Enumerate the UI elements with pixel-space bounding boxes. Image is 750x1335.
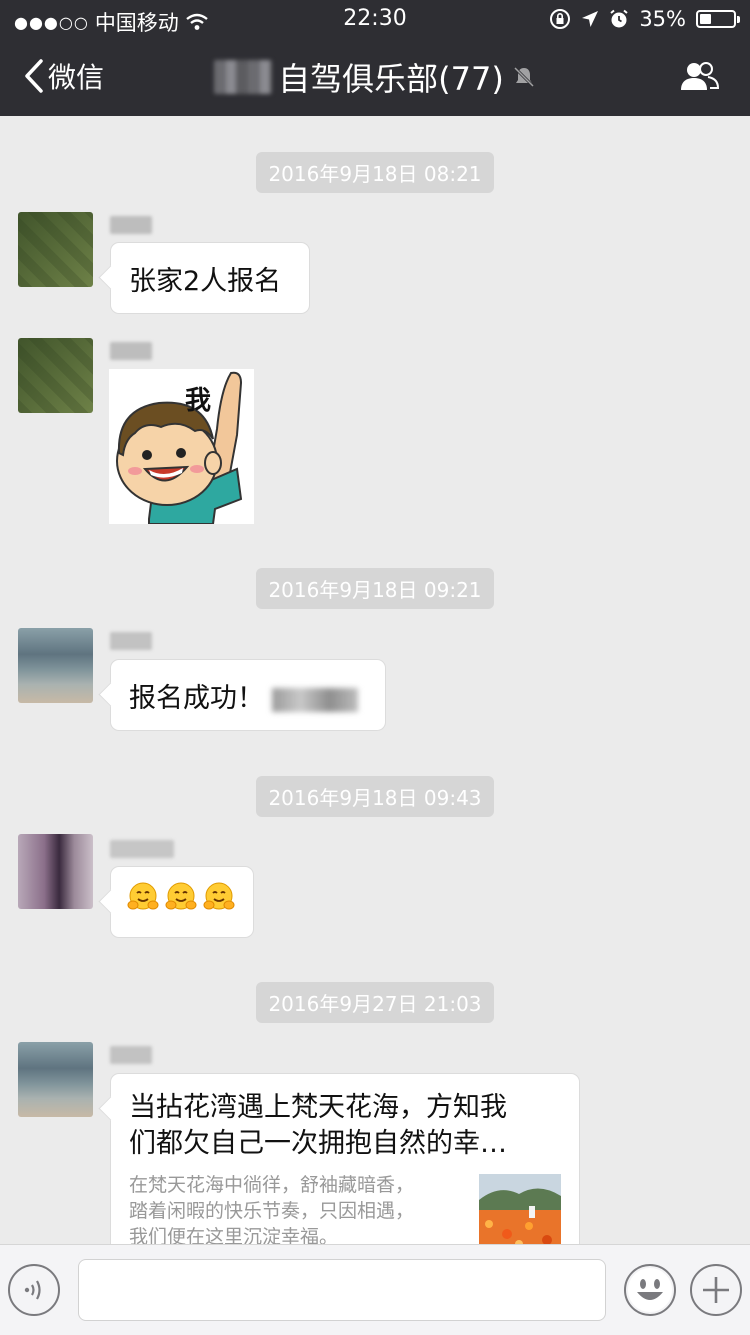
location-icon	[582, 11, 599, 27]
timestamp: 2016年9月18日 09:21	[0, 568, 750, 609]
top-bar: ●●●○○ 中国移动 22:30 35% 微信 自驾俱乐部(77)	[0, 0, 750, 116]
cartoon-boy-sticker: 我	[109, 369, 254, 525]
status-bar: ●●●○○ 中国移动 22:30 35%	[0, 0, 750, 38]
timestamp-label: 2016年9月18日 08:21	[256, 152, 494, 193]
sender-name-blurred	[110, 1046, 152, 1064]
link-description: 在梵天花海中徜徉，舒袖藏暗香， 踏着闲暇的快乐节奏，只因相遇， 我们便在这里沉淀…	[129, 1172, 473, 1244]
timestamp: 2016年9月18日 08:21	[0, 152, 750, 193]
avatar[interactable]	[18, 338, 93, 413]
nav-bar: 微信 自驾俱乐部(77)	[0, 38, 750, 116]
message-bubble[interactable]: 报名成功！	[110, 659, 386, 731]
chat-title-text: 自驾俱乐部(77)	[278, 60, 504, 98]
plus-icon	[703, 1277, 729, 1303]
input-bar	[0, 1244, 750, 1335]
link-title: 当拈花湾遇上梵天花海，方知我 们都欠自己一次拥抱自然的幸…	[111, 1074, 579, 1162]
avatar[interactable]	[18, 212, 93, 287]
link-title-line: 们都欠自己一次拥抱自然的幸…	[129, 1128, 507, 1159]
sender-name-blurred	[110, 632, 152, 650]
avatar[interactable]	[18, 1042, 93, 1117]
message-text: 张家2人报名	[129, 266, 282, 297]
sender-name-blurred	[110, 342, 152, 360]
link-desc-line: 在梵天花海中徜徉，舒袖藏暗香，	[129, 1174, 415, 1196]
avatar[interactable]	[18, 628, 93, 703]
sticker-caption: 我	[185, 386, 211, 416]
group-members-button[interactable]	[678, 60, 720, 98]
message-bubble[interactable]: 张家2人报名	[110, 242, 310, 314]
link-desc-line: 我们便在这里沉淀幸福。	[129, 1226, 339, 1244]
battery-percent: 35%	[639, 7, 686, 31]
chat-area[interactable]: 2016年9月18日 08:21 张家2人报名 我 2016年9月18日 09:…	[0, 116, 750, 1244]
sender-name-blurred	[110, 840, 174, 858]
timestamp: 2016年9月27日 21:03	[0, 982, 750, 1023]
avatar[interactable]	[18, 834, 93, 909]
message-text-content: 报名成功！	[129, 683, 264, 714]
people-icon	[681, 62, 720, 90]
battery-icon	[696, 10, 740, 28]
hugging-face-emoji-icon	[165, 882, 197, 910]
link-desc-line: 踏着闲暇的快乐节奏，只因相遇，	[129, 1200, 415, 1222]
message-bubble[interactable]	[110, 866, 254, 938]
chat-title: 自驾俱乐部(77)	[0, 54, 750, 100]
link-thumbnail	[479, 1174, 561, 1244]
link-card[interactable]: 当拈花湾遇上梵天花海，方知我 们都欠自己一次拥抱自然的幸… 在梵天花海中徜徉，舒…	[110, 1073, 580, 1244]
voice-icon	[24, 1280, 41, 1300]
alarm-icon	[610, 9, 628, 28]
rotation-lock-icon	[550, 9, 571, 29]
hugging-face-emoji-icon	[127, 882, 159, 910]
link-title-line: 当拈花湾遇上梵天花海，方知我	[129, 1092, 507, 1123]
voice-button[interactable]	[8, 1264, 60, 1316]
timestamp-label: 2016年9月18日 09:21	[256, 568, 494, 609]
more-button[interactable]	[690, 1264, 742, 1316]
message-text: 报名成功！	[111, 660, 385, 731]
smiley-icon	[628, 1268, 672, 1312]
sender-name-blurred	[110, 216, 152, 234]
blurred-text	[272, 687, 358, 712]
timestamp-label: 2016年9月18日 09:43	[256, 776, 494, 817]
sticker-image[interactable]: 我	[109, 369, 254, 525]
emoji-button[interactable]	[624, 1264, 676, 1316]
timestamp-label: 2016年9月27日 21:03	[256, 982, 494, 1023]
mute-bell-icon	[513, 66, 534, 88]
hugging-face-emoji-icon	[203, 882, 235, 910]
blurred-title-prefix	[214, 60, 273, 94]
timestamp: 2016年9月18日 09:43	[0, 776, 750, 817]
message-input[interactable]	[78, 1259, 606, 1321]
battery-level	[700, 14, 711, 24]
